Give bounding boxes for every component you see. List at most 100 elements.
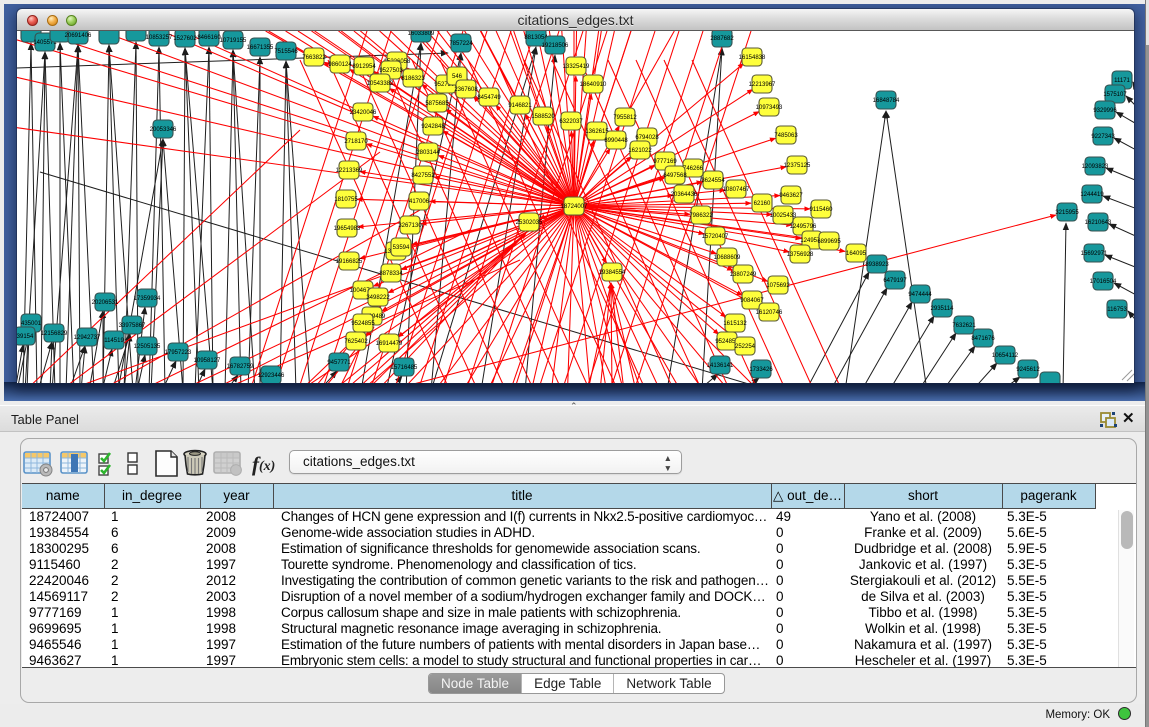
svg-text:9860124: 9860124 bbox=[328, 62, 352, 68]
svg-text:7663822: 7663822 bbox=[302, 55, 326, 61]
svg-text:6479197: 6479197 bbox=[883, 278, 907, 284]
svg-text:8466160: 8466160 bbox=[197, 35, 221, 41]
svg-text:6497568: 6497568 bbox=[663, 173, 687, 179]
svg-text:546: 546 bbox=[452, 74, 463, 80]
svg-text:8454749: 8454749 bbox=[477, 95, 501, 101]
svg-text:12495796: 12495796 bbox=[790, 224, 817, 230]
svg-text:12213369: 12213369 bbox=[336, 168, 363, 174]
svg-text:62160: 62160 bbox=[754, 201, 771, 207]
svg-text:7515546: 7515546 bbox=[274, 49, 298, 55]
svg-text:5875685: 5875685 bbox=[425, 101, 449, 107]
svg-text:16120746: 16120746 bbox=[756, 310, 783, 316]
svg-text:16210643: 16210643 bbox=[1085, 220, 1112, 226]
svg-text:435001: 435001 bbox=[21, 321, 42, 327]
svg-text:17359934: 17359934 bbox=[134, 296, 161, 302]
svg-text:16671355: 16671355 bbox=[247, 45, 274, 51]
svg-text:1575107: 1575107 bbox=[1103, 92, 1127, 98]
svg-text:17016504: 17016504 bbox=[1090, 279, 1117, 285]
svg-text:1244419: 1244419 bbox=[1080, 192, 1104, 198]
svg-text:8938923: 8938923 bbox=[865, 262, 889, 268]
svg-text:9227343: 9227343 bbox=[1091, 134, 1115, 140]
svg-text:16848784: 16848784 bbox=[873, 98, 900, 104]
svg-text:1075692: 1075692 bbox=[766, 283, 790, 289]
svg-text:2803144: 2803144 bbox=[416, 150, 440, 156]
svg-text:9777169: 9777169 bbox=[653, 159, 677, 165]
svg-text:2887682: 2887682 bbox=[710, 36, 734, 42]
svg-text:19384554: 19384554 bbox=[599, 270, 626, 276]
svg-text:8471676: 8471676 bbox=[971, 336, 995, 342]
svg-text:10688609: 10688609 bbox=[714, 255, 741, 261]
svg-text:6794028: 6794028 bbox=[635, 135, 659, 141]
svg-text:10958127: 10958127 bbox=[194, 358, 221, 364]
svg-text:10025433: 10025433 bbox=[770, 213, 797, 219]
svg-text:7485063: 7485063 bbox=[774, 133, 798, 139]
svg-text:2367608: 2367608 bbox=[454, 87, 478, 93]
svg-text:12093823: 12093823 bbox=[1082, 164, 1109, 170]
svg-text:16914479: 16914479 bbox=[376, 341, 403, 347]
svg-text:15720407: 15720407 bbox=[702, 234, 729, 240]
svg-text:16154838: 16154838 bbox=[739, 55, 766, 61]
svg-text:9463627: 9463627 bbox=[779, 193, 803, 199]
svg-text:10719155: 10719155 bbox=[220, 38, 247, 44]
svg-text:1527602: 1527602 bbox=[173, 36, 197, 42]
svg-text:7955812: 7955812 bbox=[613, 115, 637, 121]
svg-text:39154: 39154 bbox=[17, 334, 34, 340]
svg-text:17957223: 17957223 bbox=[165, 350, 192, 356]
svg-text:6899695: 6899695 bbox=[817, 239, 841, 245]
svg-text:1588520: 1588520 bbox=[531, 114, 555, 120]
svg-text:10654112: 10654112 bbox=[992, 353, 1019, 359]
svg-text:8912954: 8912954 bbox=[352, 64, 376, 70]
svg-text:19218506: 19218506 bbox=[542, 43, 569, 49]
svg-text:1810755: 1810755 bbox=[334, 197, 358, 203]
svg-text:116753: 116753 bbox=[1107, 307, 1127, 313]
svg-text:7625402: 7625402 bbox=[344, 339, 368, 345]
svg-text:8990448: 8990448 bbox=[604, 138, 628, 144]
svg-text:25302035: 25302035 bbox=[516, 220, 543, 226]
svg-text:(x): (x) bbox=[259, 459, 275, 474]
svg-text:9524855: 9524855 bbox=[351, 321, 375, 327]
svg-text:10543382: 10543382 bbox=[367, 81, 394, 87]
svg-text:13325419: 13325419 bbox=[563, 64, 590, 70]
svg-text:3624554: 3624554 bbox=[701, 178, 725, 184]
svg-text:12942737: 12942737 bbox=[74, 335, 101, 341]
svg-text:23420046: 23420046 bbox=[350, 110, 377, 116]
svg-text:20053346: 20053346 bbox=[150, 127, 177, 133]
svg-text:9115460: 9115460 bbox=[810, 207, 834, 213]
svg-text:12156829: 12156829 bbox=[41, 331, 68, 337]
svg-text:9457771: 9457771 bbox=[327, 360, 351, 366]
svg-text:12923446: 12923446 bbox=[258, 373, 285, 379]
svg-text:9329996: 9329996 bbox=[1093, 108, 1117, 114]
svg-text:12505135: 12505135 bbox=[134, 344, 161, 350]
svg-text:11171: 11171 bbox=[1114, 78, 1130, 84]
svg-text:16782759: 16782759 bbox=[227, 364, 254, 370]
svg-text:10807467: 10807467 bbox=[723, 187, 750, 193]
svg-text:7857224: 7857224 bbox=[449, 41, 473, 47]
svg-text:1621022: 1621022 bbox=[628, 148, 652, 154]
svg-text:417006: 417006 bbox=[409, 199, 430, 205]
svg-text:2935114: 2935114 bbox=[931, 306, 955, 312]
svg-text:1733426: 1733426 bbox=[749, 367, 773, 373]
svg-text:3267130: 3267130 bbox=[398, 223, 422, 229]
svg-text:19166825: 19166825 bbox=[336, 259, 363, 265]
svg-text:10973493: 10973493 bbox=[756, 105, 783, 111]
svg-text:3215955: 3215955 bbox=[1055, 210, 1079, 216]
svg-text:9146821: 9146821 bbox=[508, 103, 532, 109]
svg-text:1615132: 1615132 bbox=[723, 321, 747, 327]
svg-text:6322037: 6322037 bbox=[559, 119, 583, 125]
svg-text:16033809: 16033809 bbox=[408, 31, 435, 37]
svg-text:164095: 164095 bbox=[846, 251, 867, 257]
svg-text:9242848: 9242848 bbox=[421, 124, 445, 130]
svg-text:18724007: 18724007 bbox=[561, 204, 588, 210]
svg-text:15716485: 15716485 bbox=[391, 365, 418, 371]
svg-text:20691406: 20691406 bbox=[65, 33, 92, 39]
svg-text:9527503: 9527503 bbox=[379, 68, 403, 74]
svg-text:8427552: 8427552 bbox=[411, 173, 435, 179]
svg-text:114519: 114519 bbox=[104, 338, 124, 344]
svg-text:19654983: 19654983 bbox=[334, 226, 361, 232]
svg-text:746266: 746266 bbox=[683, 166, 704, 172]
svg-text:9474444: 9474444 bbox=[908, 292, 932, 298]
svg-text:33975867: 33975867 bbox=[119, 323, 146, 329]
svg-text:18640910: 18640910 bbox=[580, 82, 607, 88]
svg-text:12375125: 12375125 bbox=[784, 163, 811, 169]
svg-text:2718170: 2718170 bbox=[344, 139, 368, 145]
